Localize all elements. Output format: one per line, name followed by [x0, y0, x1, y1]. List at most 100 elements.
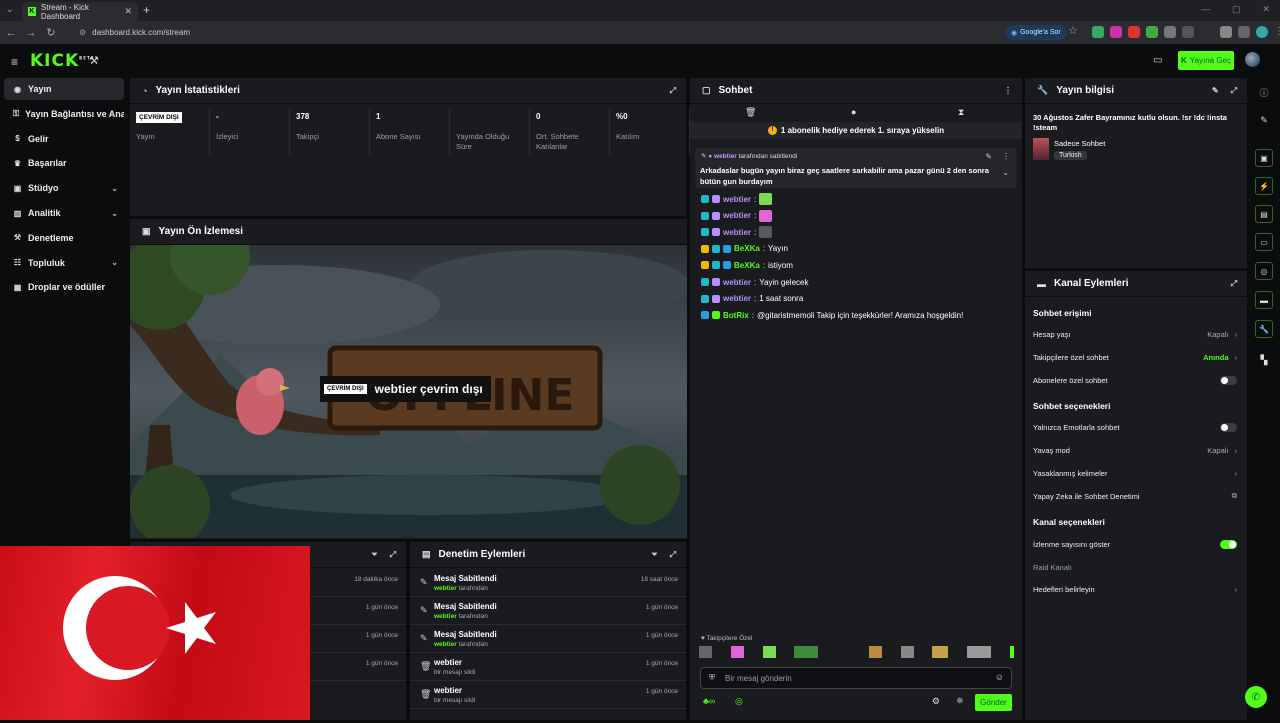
filter-icon[interactable]: ⏷ — [651, 550, 657, 560]
filter-icon[interactable]: ⏷ — [371, 550, 377, 560]
bookmark-star-icon[interactable]: ☆ — [1068, 24, 1078, 37]
send-button[interactable]: Gönder — [975, 694, 1012, 711]
ai-moderation-setting[interactable]: Yapay Zeka ile Sohbet Denetimi ⧉ — [1033, 487, 1237, 505]
emote[interactable] — [762, 646, 776, 658]
chevron-down-icon[interactable]: ⌄ — [111, 258, 118, 267]
chat-username[interactable]: webtier — [723, 278, 751, 287]
wallet-icon[interactable]: ▭ — [1153, 55, 1162, 66]
chat-username[interactable]: BeXKa — [734, 261, 760, 270]
show-viewers-toggle[interactable] — [1220, 539, 1237, 549]
sidebar-item[interactable]: ♛ Başarılar — [4, 152, 124, 174]
sidebar-item[interactable]: ▣ Stüdyo ⌄ — [4, 177, 124, 199]
moderator-name[interactable]: webtier — [434, 585, 457, 592]
account-age-setting[interactable]: Hesap yaşı Kapalı › — [1033, 325, 1237, 343]
trash-icon[interactable]: 🗑 — [745, 107, 756, 118]
emotes-only-toggle[interactable] — [1220, 422, 1237, 432]
url-field[interactable]: ⚙ dashboard.kick.com/stream — [70, 25, 1090, 40]
emote[interactable] — [900, 646, 914, 658]
kick-logo[interactable]: KICKBETA — [30, 51, 94, 71]
download-icon[interactable] — [1220, 26, 1232, 38]
browser-tab[interactable]: K Stream - Kick Dashboard ✕ — [22, 2, 138, 21]
category-thumbnail[interactable] — [1033, 138, 1049, 160]
extension-icon[interactable] — [1164, 26, 1176, 38]
expand-icon[interactable]: ⤢ — [670, 86, 676, 96]
moderator-name[interactable]: webtier — [434, 641, 457, 648]
moderator-name[interactable]: webtier — [434, 613, 457, 620]
close-tab-icon[interactable]: ✕ — [124, 6, 132, 17]
rail-target-icon[interactable]: ◎ — [1255, 262, 1273, 280]
expand-icon[interactable]: ⤢ — [390, 550, 396, 560]
minimize-icon[interactable]: — — [1201, 4, 1210, 15]
browser-menu-icon[interactable]: ⋮ — [1274, 26, 1280, 38]
emote[interactable] — [967, 646, 992, 658]
chat-username[interactable]: webtier — [723, 294, 751, 303]
chat-input[interactable] — [725, 671, 985, 686]
emote[interactable] — [794, 646, 819, 658]
gift-banner[interactable]: ! 1 abonelik hediye ederek 1. sıraya yük… — [690, 122, 1022, 139]
rail-list-icon[interactable]: ▤ — [1255, 205, 1273, 223]
settings-gear-icon[interactable]: ⚙ — [932, 696, 940, 707]
extensions-puzzle-icon[interactable] — [1182, 26, 1194, 38]
emote[interactable] — [1009, 646, 1014, 658]
site-info-icon[interactable]: ⚙ — [79, 28, 86, 37]
edit-icon[interactable]: ✎ — [1212, 86, 1219, 96]
forward-icon[interactable]: → — [22, 27, 40, 39]
hourglass-icon[interactable]: ⧗ — [958, 107, 964, 118]
maximize-icon[interactable]: ▢ — [1232, 4, 1241, 15]
expand-icon[interactable]: ⤢ — [670, 550, 676, 560]
chat-username[interactable]: webtier — [723, 228, 751, 237]
chevron-down-icon[interactable]: ⌄ — [111, 209, 118, 218]
help-chat-icon[interactable]: ✆ — [1245, 686, 1267, 708]
sidebar-item[interactable]: ▦ Droplar ve ödüller — [4, 276, 124, 298]
profile-icon[interactable] — [1256, 26, 1268, 38]
emote[interactable] — [868, 646, 882, 658]
unpin-icon[interactable]: ✎ — [985, 152, 992, 161]
edit-pencil-icon[interactable]: ✎ — [1255, 111, 1273, 129]
sidebar-item[interactable]: ⚿ Yayın Bağlantısı ve Anahtarı — [4, 103, 124, 125]
emote[interactable] — [932, 646, 949, 658]
hammer-icon[interactable]: ⚒ — [89, 54, 99, 67]
badge-gear-icon[interactable]: ✹ — [956, 696, 964, 707]
slow-mode-setting[interactable]: Yavaş mod Kapalı › — [1033, 441, 1237, 459]
sidebar-item[interactable]: $ Gelir — [4, 128, 124, 150]
sidebar-item[interactable]: ▥ Analitik ⌄ — [4, 202, 124, 224]
circle-icon[interactable]: ◎ — [735, 696, 743, 707]
rail-chat-icon[interactable]: ▭ — [1255, 233, 1273, 251]
tab-menu-icon[interactable]: ⌄ — [6, 4, 14, 15]
chat-username[interactable]: webtier — [723, 195, 751, 204]
chat-input-box[interactable]: ⛨ ☺ — [700, 667, 1012, 689]
back-icon[interactable]: ← — [2, 27, 20, 39]
targets-setting[interactable]: Hedefleri belirleyin › — [1033, 580, 1237, 598]
hamburger-menu-icon[interactable]: ≡ — [11, 55, 18, 69]
extension-icon[interactable] — [1128, 26, 1140, 38]
google-ask-button[interactable]: ◉ Google'a Sor — [1005, 25, 1067, 40]
raid-channel-setting[interactable]: Raid Kanalı — [1033, 558, 1237, 576]
extension-icon[interactable] — [1092, 26, 1104, 38]
rail-wrench-icon[interactable]: 🔧 — [1255, 320, 1273, 338]
banned-words-setting[interactable]: Yasaklanmış kelimeler › — [1033, 464, 1237, 482]
emote[interactable] — [699, 646, 712, 658]
extension-icon[interactable] — [1146, 26, 1158, 38]
sidebar-item[interactable]: ☷ Topluluk ⌄ — [4, 252, 124, 274]
sidebar-item[interactable]: ⚒ Denetleme — [4, 227, 124, 249]
rail-video-icon[interactable]: ▣ — [1255, 149, 1273, 167]
emote[interactable] — [730, 646, 744, 658]
avatar[interactable] — [1245, 52, 1260, 67]
extension-icon[interactable] — [1110, 26, 1122, 38]
sidebar-item[interactable]: ◉ Yayın — [4, 78, 124, 100]
pinned-menu-icon[interactable]: ⋮ — [1002, 152, 1010, 161]
split-view-icon[interactable] — [1238, 26, 1250, 38]
chevron-down-icon[interactable]: ⌄ — [111, 184, 118, 193]
followers-chat-setting[interactable]: Takipçilere özel sohbet Anında › — [1033, 348, 1237, 366]
chat-menu-icon[interactable]: ⋮ — [1004, 86, 1012, 95]
emoji-icon[interactable]: ☺ — [995, 672, 1004, 682]
go-live-button[interactable]: K Yayına Geç — [1178, 51, 1234, 70]
reload-icon[interactable]: ↻ — [42, 26, 60, 39]
subs-chat-toggle[interactable] — [1220, 375, 1237, 385]
new-tab-icon[interactable]: + — [143, 3, 150, 17]
chat-username[interactable]: BotRix — [723, 311, 749, 320]
emote[interactable] — [837, 646, 850, 658]
rail-card-icon[interactable]: ▬ — [1255, 291, 1273, 309]
kick-points-icon[interactable]: ♣∞ — [703, 696, 715, 706]
chat-bubble-icon[interactable]: ● — [851, 107, 856, 117]
